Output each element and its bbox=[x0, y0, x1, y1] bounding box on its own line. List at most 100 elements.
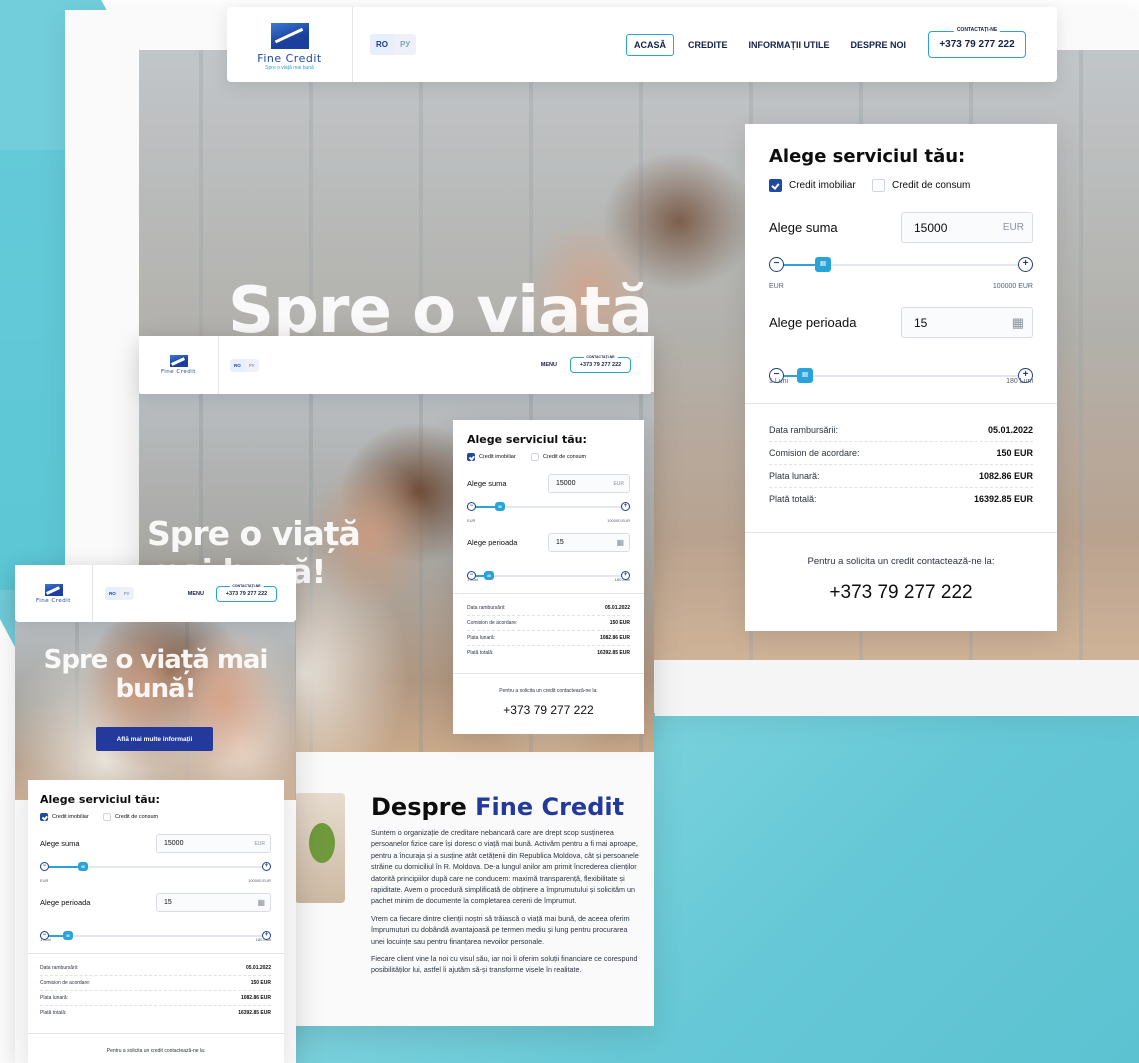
amount-range: EUR 100000 EUR bbox=[40, 878, 271, 883]
period-range: 1 Luni 180 Luni bbox=[40, 937, 271, 942]
logo-chart-icon bbox=[44, 583, 63, 596]
slider-handle[interactable]: III bbox=[495, 502, 505, 511]
period-label: Alege perioada bbox=[40, 898, 91, 907]
main-nav: ACASĂ CREDITE INFORMAȚII UTILE DESPRE NO… bbox=[625, 27, 1026, 58]
lang-ru[interactable]: РУ bbox=[244, 358, 259, 372]
checkbox-checked-icon bbox=[769, 179, 782, 192]
main-nav: MENU CONTACTAȚI-NE +373 79 277 222 bbox=[541, 355, 631, 373]
summary-row: Comision de acordare: 150 EUR bbox=[467, 616, 630, 631]
desktop-credit-calculator: Alege serviciul tău: Credit imobiliar Cr… bbox=[745, 124, 1057, 631]
amount-slider[interactable]: − III + bbox=[467, 502, 630, 512]
period-range: 1 Luni 180 Luni bbox=[467, 577, 630, 582]
contact-phone: +373 79 277 222 bbox=[225, 590, 268, 597]
brand-logo[interactable]: Fine Credit Spre o viață mai bună bbox=[227, 7, 353, 82]
slider-handle[interactable]: III bbox=[78, 862, 88, 871]
amount-input[interactable]: 15000 EUR bbox=[901, 212, 1033, 243]
contact-button[interactable]: CONTACTAȚI-NE +373 79 277 222 bbox=[570, 355, 631, 373]
amount-slider[interactable]: − III + bbox=[769, 257, 1033, 273]
option-consumer[interactable]: Credit de consum bbox=[872, 179, 970, 192]
summary-row: Plata lunară: 1082.86 EUR bbox=[40, 991, 271, 1006]
amount-label: Alege suma bbox=[769, 220, 838, 235]
option-mortgage[interactable]: Credit imobiliar bbox=[467, 453, 516, 461]
option-mortgage[interactable]: Credit imobiliar bbox=[769, 179, 856, 192]
calendar-icon[interactable]: ▦ bbox=[1012, 315, 1024, 331]
period-input[interactable]: 15 ▦ bbox=[901, 307, 1033, 338]
plus-icon[interactable]: + bbox=[621, 502, 630, 511]
brand-logo[interactable]: Fine Credit bbox=[15, 565, 93, 622]
nav-credits[interactable]: CREDITE bbox=[688, 40, 728, 50]
nav-useful-info[interactable]: INFORMAȚII UTILE bbox=[748, 40, 829, 50]
minus-icon[interactable]: − bbox=[467, 502, 476, 511]
call-box: Pentru a solicita un credit contactează-… bbox=[106, 1048, 206, 1054]
summary-row: Data rambursării: 05.01.2022 bbox=[40, 964, 271, 976]
more-info-button[interactable]: Află mai multe informații bbox=[96, 727, 213, 751]
mobile-hero-title: Spre o viață mai bună! bbox=[43, 645, 269, 704]
call-phone[interactable]: +373 79 277 222 bbox=[745, 582, 1057, 604]
option-consumer[interactable]: Credit de consum bbox=[531, 453, 586, 461]
summary-row: Plata lunară: 1082.86 EUR bbox=[467, 631, 630, 646]
loan-summary: Data rambursării: 05.01.2022 Comision de … bbox=[769, 422, 1033, 510]
amount-slider[interactable]: − III + bbox=[40, 862, 271, 872]
logo-name: Fine Credit bbox=[257, 51, 322, 65]
calendar-icon[interactable]: ▦ bbox=[257, 898, 265, 907]
about-paragraph: Suntem o organizație de creditare nebanc… bbox=[371, 828, 639, 906]
lang-ro[interactable]: RO bbox=[105, 587, 120, 600]
period-input[interactable]: 15 ▦ bbox=[156, 893, 271, 912]
contact-button[interactable]: CONTACTAȚI-NE +373 79 277 222 bbox=[928, 27, 1026, 58]
lang-ro[interactable]: RO bbox=[370, 34, 394, 55]
menu-button[interactable]: MENU bbox=[541, 362, 557, 368]
amount-range: EUR 100000 EUR bbox=[769, 283, 1033, 290]
summary-row: Data rambursării: 05.01.2022 bbox=[769, 422, 1033, 442]
calculator-title: Alege serviciul tău: bbox=[769, 146, 966, 167]
mobile-credit-calculator: Alege serviciul tău: Credit imobiliar Cr… bbox=[28, 780, 284, 1063]
plus-icon[interactable]: + bbox=[1018, 257, 1033, 272]
brand-logo[interactable]: Fine Credit bbox=[139, 336, 219, 394]
amount-input[interactable]: 15000 EUR bbox=[548, 474, 630, 493]
nav-home[interactable]: ACASĂ bbox=[625, 33, 674, 56]
contact-label: CONTACTAȚI-NE bbox=[583, 355, 618, 359]
calendar-icon[interactable]: ▦ bbox=[616, 538, 624, 547]
minus-icon[interactable]: − bbox=[40, 862, 49, 871]
mobile-navbar: Fine Credit RO РУ MENU CONTACTAȚI-NE +37… bbox=[15, 565, 296, 622]
lang-ru[interactable]: РУ bbox=[394, 34, 417, 55]
summary-row: Data rambursării: 05.01.2022 bbox=[467, 604, 630, 616]
desktop-footer-strip bbox=[655, 660, 1139, 716]
lang-ru[interactable]: РУ bbox=[119, 587, 134, 600]
checkbox-checked-icon bbox=[467, 453, 475, 461]
summary-row: Plată totală: 16392.85 EUR bbox=[40, 1010, 271, 1016]
slider-handle[interactable]: III bbox=[815, 257, 831, 272]
checkbox-checked-icon bbox=[40, 813, 48, 821]
contact-phone: +373 79 277 222 bbox=[939, 39, 1015, 50]
contact-button[interactable]: CONTACTAȚI-NE +373 79 277 222 bbox=[216, 583, 277, 602]
about-paragraph: Fiecare client vine la noi cu visul său,… bbox=[371, 954, 638, 975]
lang-ro[interactable]: RO bbox=[230, 358, 245, 372]
summary-row: Comision de acordare: 150 EUR bbox=[769, 442, 1033, 465]
amount-input[interactable]: 15000 EUR bbox=[156, 834, 271, 853]
option-mortgage[interactable]: Credit imobiliar bbox=[40, 813, 89, 821]
period-input[interactable]: 15 ▦ bbox=[548, 533, 630, 552]
period-range: 1 Luni 180 Luni bbox=[769, 378, 1033, 385]
checkbox-icon bbox=[531, 453, 539, 461]
nav-about[interactable]: DESPRE NOI bbox=[850, 40, 906, 50]
minus-icon[interactable]: − bbox=[769, 257, 784, 272]
desktop-navbar: Fine Credit Spre o viață mai bună RO РУ … bbox=[227, 7, 1057, 82]
summary-row: Comision de acordare: 150 EUR bbox=[40, 976, 271, 991]
tablet-credit-calculator: Alege serviciul tău: Credit imobiliar Cr… bbox=[453, 420, 644, 734]
option-consumer[interactable]: Credit de consum bbox=[103, 813, 158, 821]
summary-row: Plată totală: 16392.85 EUR bbox=[467, 650, 630, 656]
calculator-title: Alege serviciul tău: bbox=[467, 433, 587, 446]
about-paragraph: Vrem ca fiecare dintre clienții noștri s… bbox=[371, 913, 630, 946]
plus-icon[interactable]: + bbox=[262, 862, 271, 871]
language-switch: RO РУ bbox=[230, 358, 259, 372]
about-title: Despre Fine Credit bbox=[371, 793, 625, 821]
menu-button[interactable]: MENU bbox=[188, 591, 204, 597]
logo-chart-icon bbox=[169, 355, 188, 367]
checkbox-icon bbox=[103, 813, 111, 821]
period-label: Alege perioada bbox=[467, 538, 518, 547]
logo-tagline: Spre o viață mai bună bbox=[265, 64, 314, 71]
about-room-image bbox=[295, 793, 345, 903]
contact-phone: +373 79 277 222 bbox=[579, 362, 622, 368]
call-box: Pentru a solicita un credit contactează-… bbox=[499, 688, 598, 717]
call-box: Pentru a solicita un credit contactează-… bbox=[745, 556, 1057, 604]
calculator-title: Alege serviciul tău: bbox=[40, 793, 160, 806]
